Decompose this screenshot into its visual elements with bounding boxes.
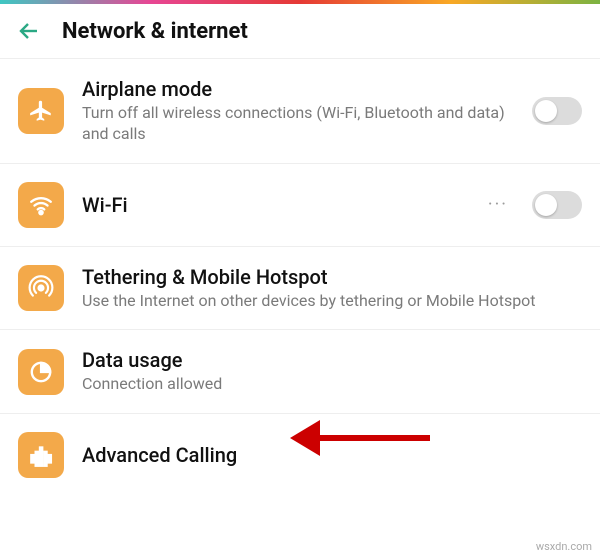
- advanced-calling-icon: [18, 432, 64, 478]
- airplane-icon: [18, 88, 64, 134]
- row-title: Advanced Calling: [82, 443, 582, 467]
- row-text: Advanced Calling: [82, 443, 582, 467]
- toggle-knob: [535, 194, 557, 216]
- row-text: Airplane mode Turn off all wireless conn…: [82, 77, 514, 145]
- row-subtitle: Turn off all wireless connections (Wi-Fi…: [82, 103, 514, 145]
- row-title: Tethering & Mobile Hotspot: [82, 265, 582, 289]
- hotspot-icon: [18, 265, 64, 311]
- row-subtitle: Use the Internet on other devices by tet…: [82, 291, 582, 312]
- wifi-toggle[interactable]: [532, 191, 582, 219]
- row-advanced-calling[interactable]: Advanced Calling: [0, 414, 600, 496]
- row-subtitle: Connection allowed: [82, 374, 582, 395]
- row-title: Airplane mode: [82, 77, 514, 101]
- row-text: Tethering & Mobile Hotspot Use the Inter…: [82, 265, 582, 312]
- airplane-toggle[interactable]: [532, 97, 582, 125]
- row-text: Wi-Fi: [82, 193, 470, 217]
- row-title: Wi-Fi: [82, 193, 470, 217]
- toggle-knob: [535, 100, 557, 122]
- data-usage-icon: [18, 349, 64, 395]
- row-tethering[interactable]: Tethering & Mobile Hotspot Use the Inter…: [0, 247, 600, 331]
- arrow-left-icon: [17, 19, 41, 43]
- more-options-icon[interactable]: ···: [488, 194, 508, 215]
- row-text: Data usage Connection allowed: [82, 348, 582, 395]
- row-wifi[interactable]: Wi-Fi ···: [0, 164, 600, 247]
- header-bar: Network & internet: [0, 4, 600, 59]
- page-title: Network & internet: [62, 19, 248, 44]
- back-button[interactable]: [16, 18, 42, 44]
- row-airplane-mode[interactable]: Airplane mode Turn off all wireless conn…: [0, 59, 600, 164]
- settings-list: Airplane mode Turn off all wireless conn…: [0, 59, 600, 496]
- row-data-usage[interactable]: Data usage Connection allowed: [0, 330, 600, 414]
- watermark-text: wsxdn.com: [536, 540, 592, 553]
- row-title: Data usage: [82, 348, 582, 372]
- wifi-icon: [18, 182, 64, 228]
